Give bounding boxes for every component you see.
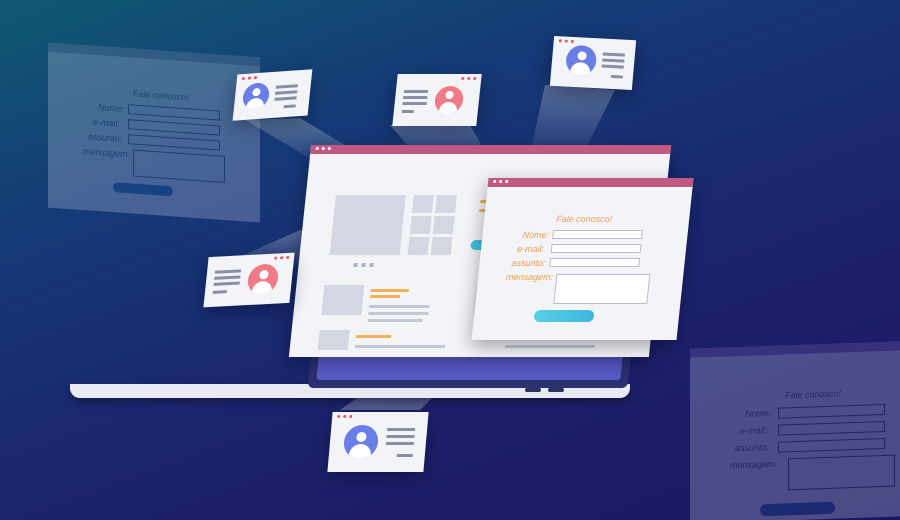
message-label: mensagem: <box>505 272 554 282</box>
article-title-1 <box>370 289 410 292</box>
profile-card-5 <box>327 412 429 472</box>
card-line <box>602 58 625 63</box>
window-dots-icon <box>315 147 331 150</box>
card-line <box>602 52 625 57</box>
article-title-1b <box>370 295 401 298</box>
window-dots-icon <box>492 180 509 183</box>
window-dots-icon <box>273 255 290 260</box>
profile-card-1 <box>232 69 313 121</box>
contact-titlebar <box>487 178 694 187</box>
card-line <box>386 435 415 438</box>
laptop-port-2 <box>548 388 564 392</box>
message-field[interactable] <box>553 274 651 304</box>
card-line <box>274 96 297 101</box>
ghost-left-name-label: Nome: <box>98 102 125 114</box>
slider-dots[interactable] <box>353 263 374 267</box>
hero-image <box>329 195 406 255</box>
illustration-scene: Fale conosco! Nome: e-mail: assunto: men… <box>0 0 900 520</box>
card-line <box>396 454 413 457</box>
card-line <box>402 102 427 105</box>
card-line <box>275 84 298 89</box>
subject-field[interactable] <box>549 258 641 267</box>
card-line <box>275 90 298 95</box>
ghost-right-name-label: Nome: <box>745 407 772 419</box>
user-avatar-icon <box>241 82 271 111</box>
card-line <box>283 104 296 109</box>
article-text-3 <box>354 345 446 348</box>
card-line <box>403 90 429 93</box>
ghost-right-field-4 <box>788 454 895 491</box>
contact-form-window: Fale conosco! Nome: e-mail: assunto: men… <box>471 178 694 340</box>
card-line <box>212 290 228 294</box>
card-line <box>385 442 414 445</box>
article-thumb-1 <box>321 285 365 315</box>
user-avatar-icon <box>564 44 598 77</box>
website-titlebar <box>310 145 672 154</box>
profile-card-4 <box>203 252 295 308</box>
window-dots-icon <box>461 77 477 80</box>
ghost-left-email-label: e-mail: <box>93 116 121 129</box>
ghost-right-subject-label: assunto: <box>735 441 770 454</box>
window-dots-icon <box>241 76 258 81</box>
card-line <box>214 269 242 274</box>
email-field[interactable] <box>550 244 642 253</box>
card-line <box>601 64 624 69</box>
article-text-1 <box>369 305 430 308</box>
card-line <box>401 110 414 113</box>
contact-form-title: Fale conosco! <box>555 214 613 224</box>
card-line <box>610 74 624 79</box>
article-thumb-3 <box>317 330 350 350</box>
ghost-right-title: Fale conosco! <box>785 388 842 401</box>
user-avatar-icon <box>342 425 380 459</box>
gallery-grid <box>407 195 457 255</box>
article-title-3 <box>355 335 392 338</box>
name-label: Nome: <box>521 230 550 240</box>
article-text-1c <box>367 319 423 322</box>
submit-button[interactable] <box>533 310 595 322</box>
card-line <box>386 428 416 431</box>
subject-label: assunto: <box>511 258 547 268</box>
article-text-4 <box>504 345 596 348</box>
profile-card-2 <box>392 74 482 126</box>
profile-card-3 <box>549 35 637 91</box>
name-field[interactable] <box>552 230 644 239</box>
card-line <box>213 281 240 286</box>
ghost-right-message-label: mensagem: <box>730 458 778 471</box>
card-line <box>403 96 428 99</box>
ghost-right-email-label: e-mail: <box>740 425 768 437</box>
ghost-form-right: Fale conosco! Nome: e-mail: assunto: men… <box>690 341 900 520</box>
window-dots-icon <box>337 415 353 418</box>
laptop-port-1 <box>525 388 541 392</box>
card-line <box>214 275 241 280</box>
user-avatar-icon <box>433 86 465 114</box>
ghost-form-left: Fale conosco! Nome: e-mail: assunto: men… <box>48 42 260 223</box>
email-label: e-mail: <box>516 244 545 254</box>
article-text-1b <box>368 312 429 315</box>
user-avatar-icon <box>246 263 280 296</box>
window-dots-icon <box>558 39 574 43</box>
